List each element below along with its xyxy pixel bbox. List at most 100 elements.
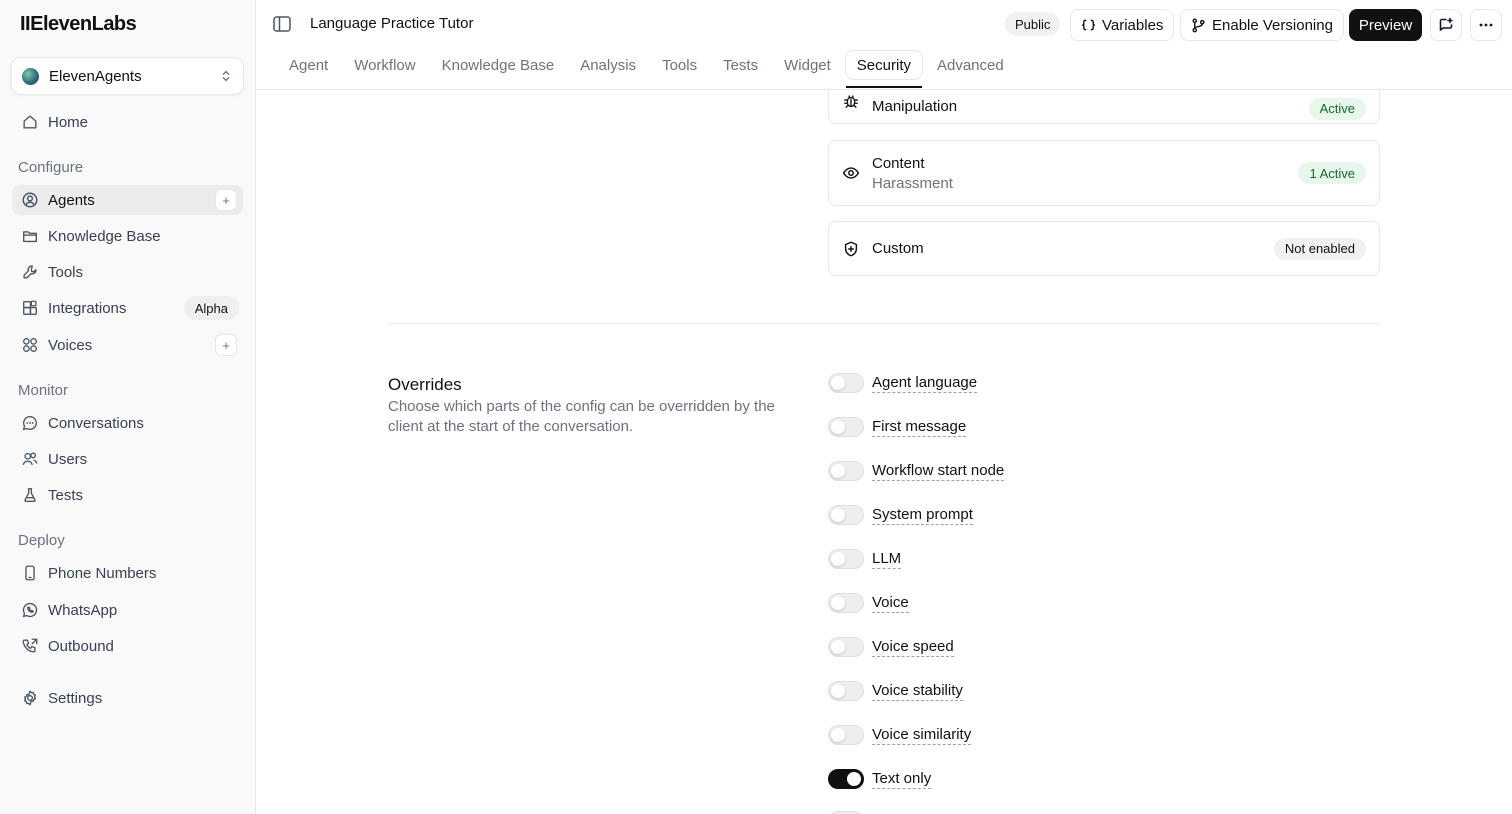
variables-button[interactable]: Variables	[1070, 9, 1175, 41]
override-row-voice-stability: Voice stability	[828, 680, 963, 702]
override-toggle[interactable]	[828, 417, 864, 437]
override-row-partial	[828, 810, 872, 814]
override-row-agent-language: Agent language	[828, 372, 978, 394]
override-toggle[interactable]	[828, 505, 864, 525]
phone-outgoing-icon	[20, 636, 40, 656]
sidebar-item-label: WhatsApp	[48, 601, 118, 619]
more-options-button[interactable]	[1470, 9, 1502, 41]
more-horizontal-icon	[1479, 23, 1493, 27]
override-label: System prompt	[872, 505, 973, 525]
override-label: Voice speed	[872, 637, 954, 657]
bug-icon	[844, 94, 858, 108]
sidebar-item-whatsapp[interactable]: WhatsApp	[12, 595, 243, 625]
override-label: First message	[872, 417, 967, 437]
override-label: Text only	[872, 769, 932, 789]
override-toggle[interactable]	[828, 461, 864, 481]
chat-bubble-icon	[20, 413, 40, 433]
sidebar-item-label: Home	[48, 113, 89, 131]
override-label: LLM	[872, 549, 902, 569]
tab-tools[interactable]: Tools	[650, 50, 709, 80]
flask-icon	[20, 485, 40, 505]
tab-workflow[interactable]: Workflow	[342, 50, 427, 80]
visibility-badge: Public	[1005, 12, 1061, 36]
sidebar-item-label: Knowledge Base	[48, 227, 161, 245]
override-toggle[interactable]	[828, 549, 864, 569]
shield-plus-icon	[844, 241, 858, 256]
elevenlabs-logo[interactable]: IIElevenLabs	[20, 13, 137, 36]
workspace-name: ElevenAgents	[49, 67, 142, 85]
sidebar-item-outbound[interactable]: Outbound	[12, 631, 243, 661]
phone-device-icon	[20, 563, 40, 583]
sidebar-item-label: Integrations	[48, 299, 127, 317]
sidebar-item-users[interactable]: Users	[12, 444, 243, 474]
tab-analysis[interactable]: Analysis	[568, 50, 648, 80]
section-divider	[388, 323, 1380, 324]
sidebar-item-label: Outbound	[48, 637, 114, 655]
override-label: Voice similarity	[872, 725, 972, 745]
preview-button[interactable]: Preview	[1349, 9, 1422, 41]
sidebar-item-tests[interactable]: Tests	[12, 480, 243, 510]
sidebar-item-label: Voices	[48, 336, 93, 354]
override-label: Workflow start node	[872, 461, 1005, 481]
sidebar-item-phone-numbers[interactable]: Phone Numbers	[12, 558, 243, 588]
enable-versioning-button[interactable]: Enable Versioning	[1180, 9, 1344, 41]
add-agent-button[interactable]: +	[215, 189, 237, 211]
integrations-icon	[20, 298, 40, 318]
folder-icon	[20, 226, 40, 246]
section-label-configure: Configure	[18, 159, 84, 176]
tab-security[interactable]: Security	[844, 50, 923, 88]
guardrail-title: Custom	[872, 240, 924, 257]
override-label: Voice	[872, 593, 909, 613]
sidebar-item-integrations[interactable]: Integrations Alpha	[12, 293, 243, 323]
tab-knowledge-base[interactable]: Knowledge Base	[430, 50, 567, 80]
gear-icon	[20, 688, 40, 708]
workspace-switcher[interactable]: ElevenAgents	[11, 57, 244, 95]
override-toggle[interactable]	[828, 637, 864, 657]
sidebar-item-agents[interactable]: Agents +	[12, 185, 243, 215]
tab-advanced[interactable]: Advanced	[925, 50, 1016, 80]
chat-plus-icon	[1439, 17, 1453, 31]
home-icon	[20, 112, 40, 132]
sidebar-item-label: Tools	[48, 263, 84, 281]
guardrail-title: Manipulation	[872, 98, 958, 115]
tab-tests[interactable]: Tests	[711, 50, 770, 80]
override-toggle[interactable]	[828, 373, 864, 393]
tab-widget[interactable]: Widget	[772, 50, 843, 80]
override-label: Voice stability	[872, 681, 963, 701]
whatsapp-icon	[20, 600, 40, 620]
workspace-orb-icon	[22, 67, 39, 85]
sidebar-item-home[interactable]: Home	[12, 107, 243, 137]
override-toggle[interactable]	[828, 593, 864, 613]
tab-agent[interactable]: Agent	[277, 50, 340, 80]
git-branch-icon	[1192, 18, 1205, 32]
override-row-text-only: Text only	[828, 768, 932, 790]
feedback-button[interactable]	[1430, 9, 1462, 41]
guardrail-card-custom[interactable]: Custom Not enabled	[828, 221, 1380, 276]
variables-label: Variables	[1102, 16, 1164, 34]
status-badge: 1 Active	[1298, 162, 1366, 184]
sidebar-item-voices[interactable]: Voices +	[12, 330, 243, 360]
override-row-voice: Voice	[828, 592, 909, 614]
status-badge: Not enabled	[1273, 237, 1366, 260]
sidebar: IIElevenLabs ElevenAgents Home Configure…	[0, 0, 256, 814]
override-row-first-message: First message	[828, 416, 967, 438]
guardrail-title: Content	[872, 154, 925, 172]
chevron-up-down-icon	[222, 70, 230, 82]
add-voice-button[interactable]: +	[215, 334, 237, 356]
sidebar-item-settings[interactable]: Settings	[12, 683, 243, 713]
sidebar-toggle-icon[interactable]	[273, 16, 291, 32]
override-toggle[interactable]	[828, 681, 864, 701]
versioning-label: Enable Versioning	[1212, 16, 1333, 34]
wrench-icon	[20, 262, 40, 282]
override-toggle[interactable]	[828, 725, 864, 745]
sidebar-item-conversations[interactable]: Conversations	[12, 408, 243, 438]
override-row-voice-similarity: Voice similarity	[828, 724, 972, 746]
sidebar-item-label: Users	[48, 450, 88, 468]
sidebar-item-knowledge-base[interactable]: Knowledge Base	[12, 221, 243, 251]
override-toggle[interactable]	[828, 769, 864, 789]
sidebar-item-tools[interactable]: Tools	[12, 257, 243, 287]
guardrail-card-manipulation[interactable]: Manipulation Active	[828, 91, 1380, 124]
tab-bar: Agent Workflow Knowledge Base Analysis T…	[277, 50, 1018, 90]
guardrail-card-content[interactable]: Content Harassment 1 Active	[828, 140, 1380, 206]
sidebar-item-label: Conversations	[48, 414, 144, 432]
